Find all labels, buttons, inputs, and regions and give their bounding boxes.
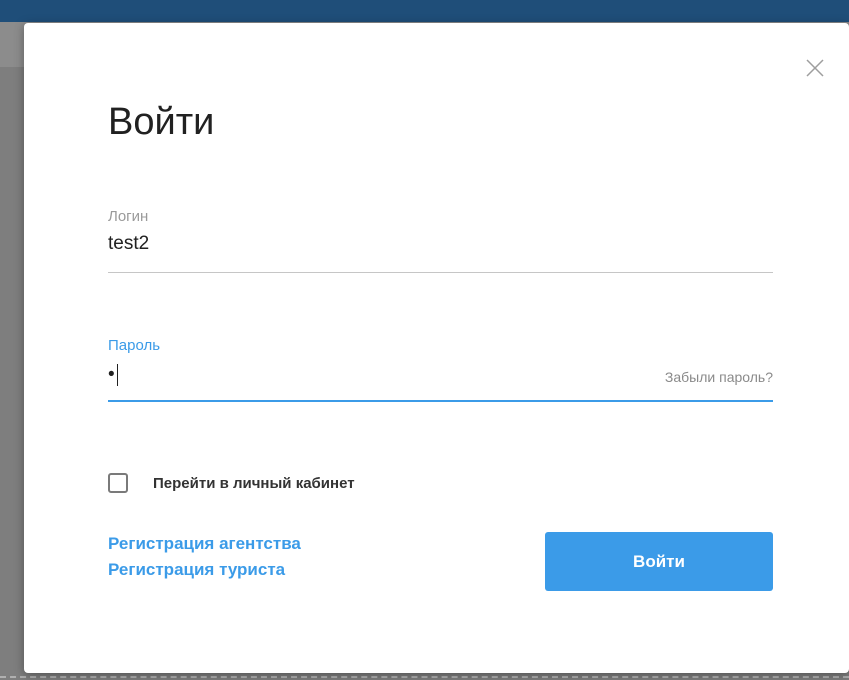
register-tourist-link[interactable]: Регистрация туриста — [108, 557, 301, 583]
login-submit-button[interactable]: Войти — [545, 532, 773, 591]
page-header-bar — [0, 0, 849, 22]
forgot-password-link[interactable]: Забыли пароль? — [665, 369, 773, 385]
login-underline — [108, 272, 773, 273]
registration-links: Регистрация агентства Регистрация турист… — [108, 531, 301, 583]
password-input[interactable]: • — [108, 363, 118, 387]
page-backdrop-divider — [0, 676, 849, 678]
go-to-cabinet-checkbox[interactable] — [108, 473, 128, 493]
remember-checkbox-row[interactable]: Перейти в личный кабинет — [108, 473, 355, 493]
register-agency-link[interactable]: Регистрация агентства — [108, 531, 301, 557]
login-modal: Войти Логин Пароль • Забыли пароль? Пере… — [24, 23, 849, 673]
login-input[interactable] — [108, 230, 628, 258]
modal-title: Войти — [108, 101, 215, 143]
go-to-cabinet-label: Перейти в личный кабинет — [153, 474, 355, 492]
close-icon — [806, 59, 824, 77]
password-label: Пароль — [108, 337, 161, 354]
login-label: Логин — [108, 208, 149, 225]
text-caret — [116, 363, 118, 386]
password-masked-value: • — [108, 364, 115, 385]
password-field: Пароль • Забыли пароль? — [108, 337, 773, 403]
password-underline — [108, 400, 773, 402]
close-button[interactable] — [804, 57, 826, 79]
login-field: Логин — [108, 208, 773, 274]
